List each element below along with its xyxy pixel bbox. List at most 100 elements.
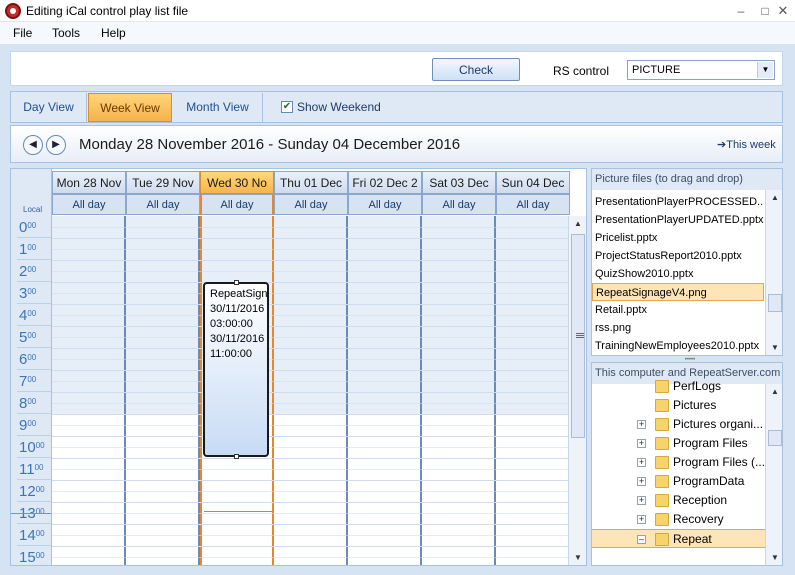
folder-tree-item[interactable]: + Recovery [592,510,765,529]
file-list-item[interactable]: TrainingNewEmployees2010.pptx [592,337,764,355]
folder-tree-item[interactable]: Pictures [592,396,765,415]
scroll-thumb[interactable] [768,294,782,312]
appointment[interactable]: RepeatSign 30/11/2016 03:00:00 30/11/2016 11… [203,282,269,457]
tab-month-view[interactable]: Month View [173,93,263,122]
day-header[interactable]: Wed 30 No [200,171,274,194]
folder-icon [655,418,669,431]
expand-icon[interactable]: + [637,496,646,505]
all-day-cell[interactable]: All day [422,194,496,215]
picture-files-header: Picture files (to drag and drop) [592,169,782,190]
scroll-down-icon[interactable]: ▼ [569,550,586,565]
slot-divider [52,392,568,393]
day-header[interactable]: Sat 03 Dec [422,171,496,194]
slot-divider [52,271,568,272]
all-day-cell[interactable]: All day [126,194,200,215]
file-list-item[interactable]: ProjectStatusReport2010.pptx [592,247,764,265]
files-scrollbar[interactable]: ▲ ▼ [765,190,782,355]
scroll-down-icon[interactable]: ▼ [766,550,782,565]
rs-control-select[interactable]: PICTURE ▼ [627,60,775,80]
calendar-scrollbar[interactable]: ▲ ▼ [568,216,586,565]
file-list-item[interactable]: QuizShow2010.pptx [592,265,764,283]
folder-icon [655,533,669,546]
hour-number: 10 [19,439,36,456]
folder-icon [655,380,669,393]
all-day-cell[interactable]: All day [52,194,126,215]
all-day-cell[interactable]: All day [274,194,348,215]
show-weekend-label[interactable]: Show Weekend [297,100,381,114]
folder-icon [655,456,669,469]
scroll-thumb[interactable] [768,430,782,446]
hour-minutes: 00 [27,309,37,318]
close-icon[interactable]: ✕ [770,2,795,20]
scroll-thumb[interactable] [571,234,585,438]
day-header[interactable]: Mon 28 Nov [52,171,126,194]
file-list-item[interactable]: PresentationPlayerPROCESSED.... [592,193,764,211]
minimize-icon[interactable]: – [728,2,754,20]
show-weekend-checkbox[interactable]: ✔ [281,101,293,113]
expand-icon[interactable]: + [637,458,646,467]
hour-divider [17,281,51,282]
hour-divider [17,237,51,238]
folder-tree-item[interactable]: + ProgramData [592,472,765,491]
slot-divider [52,348,568,349]
slot-divider [52,293,568,294]
all-day-cell[interactable]: All day [496,194,570,215]
expand-icon[interactable]: + [637,477,646,486]
resize-handle-top[interactable] [234,280,239,285]
folder-tree-item[interactable]: + Reception [592,491,765,510]
folder-tree-item[interactable]: + Pictures organi... [592,415,765,434]
day-header[interactable]: Fri 02 Dec 2 [348,171,422,194]
tree-scrollbar[interactable]: ▲ ▼ [765,384,782,565]
check-button[interactable]: Check [432,58,520,81]
expand-icon[interactable]: + [637,515,646,524]
hour-label: 200 [19,263,36,280]
slot-divider [52,458,568,459]
day-header[interactable]: Sun 04 Dec [496,171,570,194]
previous-week-button[interactable]: ◀ [23,135,43,155]
hour-divider [17,369,51,370]
scroll-up-icon[interactable]: ▲ [766,190,782,206]
hour-minutes: 00 [27,375,37,384]
folder-tree-item[interactable]: + Program Files [592,434,765,453]
folder-label: ProgramData [673,474,745,488]
next-week-button[interactable]: ▶ [46,135,66,155]
scroll-up-icon[interactable]: ▲ [569,216,586,232]
hour-label: 600 [19,351,36,368]
menu-tools[interactable]: Tools [52,26,80,40]
day-header[interactable]: Tue 29 Nov [126,171,200,194]
folder-tree-item[interactable]: + Program Files (... [592,453,765,472]
folder-tree-item[interactable]: PerfLogs [592,377,765,396]
hour-label: 500 [19,329,36,346]
menu-file[interactable]: File [13,26,32,40]
collapse-icon[interactable]: – [637,535,646,544]
file-list-item[interactable]: RepeatSignageV4.png [592,283,764,301]
tab-day-view[interactable]: Day View [11,93,87,122]
hour-minutes: 00 [27,419,37,428]
file-list-item[interactable]: Pricelist.pptx [592,229,764,247]
folder-tree-item[interactable]: – Repeat [592,529,765,548]
expand-icon[interactable]: + [637,439,646,448]
hour-minutes: 00 [27,221,37,230]
menu-help[interactable]: Help [101,26,126,40]
this-week-link[interactable]: ➔This week [717,138,776,151]
scroll-up-icon[interactable]: ▲ [766,384,782,400]
expand-icon[interactable]: + [637,420,646,429]
file-list-item[interactable]: rss.png [592,319,764,337]
hour-divider [17,303,51,304]
file-list-item[interactable]: Retail.pptx [592,301,764,319]
folder-icon [655,399,669,412]
scroll-down-icon[interactable]: ▼ [766,340,782,355]
tab-week-view[interactable]: Week View [88,93,172,122]
all-day-cell[interactable]: All day [200,194,274,215]
folder-label: Program Files [673,436,748,450]
resize-handle-bottom[interactable] [234,454,239,459]
slot-divider [52,304,568,305]
chevron-down-icon[interactable]: ▼ [757,62,773,78]
folder-label: Pictures organi... [673,417,764,431]
slot-divider [52,436,568,437]
all-day-cell[interactable]: All day [348,194,422,215]
day-header[interactable]: Thu 01 Dec [274,171,348,194]
file-list-item[interactable]: PresentationPlayerUPDATED.pptx [592,211,764,229]
hour-number: 14 [19,527,36,544]
slot-divider [52,469,568,470]
